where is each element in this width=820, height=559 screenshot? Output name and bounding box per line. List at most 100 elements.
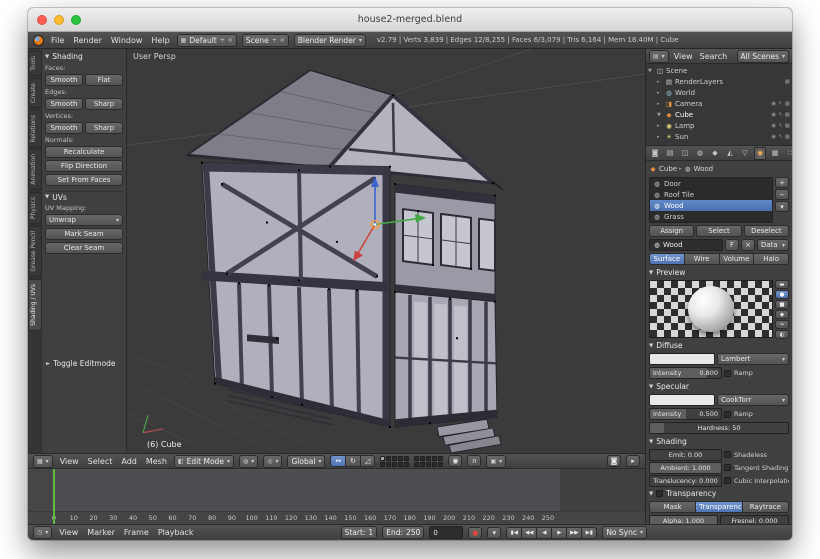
preview-hair-button[interactable]: ≈ [775,320,789,329]
tab-render-icon[interactable]: ◙ [649,147,661,160]
rotate-manipulator-button[interactable]: ↻ [345,455,361,467]
shading-panel-header[interactable]: ▼ Shading [45,51,123,62]
previous-keyframe-button[interactable]: ◀◀ [521,526,538,539]
preview-sphere-button[interactable]: ● [775,290,789,299]
outliner-item-label[interactable]: RenderLayers [675,78,723,86]
recalculate-normals-button[interactable]: Recalculate [45,146,123,158]
menu-marker[interactable]: Marker [85,528,117,537]
end-frame-field[interactable]: End: 250 [382,526,425,539]
restrict-select-icon[interactable]: ↖ [778,123,783,129]
preview-panel-header[interactable]: ▼ Preview [649,267,789,278]
material-slot-roof-tile[interactable]: ◍ Roof Tile [650,189,772,200]
disclosure-icon[interactable]: ▼ [648,68,654,74]
tab-texture-icon[interactable]: ▦ [769,147,781,160]
vertices-smooth-button[interactable]: Smooth [45,122,83,134]
add-layout-icon[interactable]: + [220,37,225,44]
menu-add[interactable]: Add [119,457,139,466]
restrict-select-icon[interactable]: ↖ [778,101,783,107]
auto-keyframe-record-button[interactable]: ● [468,526,483,539]
emit-slider[interactable]: Emit: 0.00 [649,449,722,461]
hardness-slider[interactable]: Hardness: 50 [649,422,789,434]
delete-scene-icon[interactable]: × [280,37,285,44]
slot-label[interactable]: Door [664,180,681,188]
faces-flat-button[interactable]: Flat [85,74,123,86]
material-slot-wood[interactable]: ◍ Wood [650,200,772,211]
slot-label[interactable]: Grass [664,213,684,221]
scale-manipulator-button[interactable]: ◿ [359,455,376,467]
slot-label[interactable]: Wood [664,202,684,210]
set-from-faces-button[interactable]: Set From Faces [45,174,123,186]
diffuse-ramp-checkbox[interactable]: Ramp [724,367,789,379]
editor-type-selector[interactable]: ◷ ▾ [33,526,53,539]
start-frame-field[interactable]: Start: 1 [340,526,378,539]
screen-layout-name[interactable]: Default [189,36,216,45]
layer-toggle[interactable] [432,455,438,461]
breadcrumb-material[interactable]: Wood [694,165,714,173]
shadeless-checkbox[interactable]: Shadeless [724,449,789,460]
material-name-field[interactable]: ◍ Wood [649,239,723,251]
menu-file[interactable]: File [49,36,66,45]
sync-mode-selector[interactable]: No Sync ▾ [602,526,647,539]
diffuse-shader-selector[interactable]: Lambert ▾ [717,353,789,365]
tab-object-icon[interactable]: ◆ [709,147,721,160]
play-button[interactable]: ▶ [551,526,568,539]
disclosure-icon[interactable]: ▼ [657,112,663,118]
outliner-row-sun[interactable]: ▸ ☀ Sun ◉ ↖ ▦ [648,131,790,142]
material-slot-door[interactable]: ◍ Door [650,178,772,189]
tab-world-icon[interactable]: ◍ [694,147,706,160]
disclosure-icon[interactable]: ▸ [657,123,663,129]
outliner-row-scene[interactable]: ▼ ◫ Scene [648,65,790,76]
editor-type-selector[interactable]: ▤ ▾ [649,49,669,63]
restrict-render-icon[interactable]: ▦ [785,101,790,107]
redo-panel-header[interactable]: ► Toggle Editmode [46,358,122,369]
tab-physics[interactable]: Physics [28,191,42,225]
menu-mesh[interactable]: Mesh [144,457,169,466]
tab-tools[interactable]: Tools [28,51,42,76]
remove-slot-button[interactable]: − [775,189,789,200]
delete-layout-icon[interactable]: × [228,37,233,44]
outliner-item-label[interactable]: Scene [666,67,687,75]
tab-particles-icon[interactable]: ∷ [784,147,792,160]
editor-type-selector[interactable]: ▦ ▾ [33,454,53,468]
specular-shader-selector[interactable]: CookTorr ▾ [717,394,789,406]
fresnel-slider[interactable]: Fresnel: 0.000 [720,515,789,524]
outliner-row-world[interactable]: ▸ ◍ World [648,87,790,98]
specular-intensity-slider[interactable]: Intensity 0.500 [649,408,722,420]
disclosure-icon[interactable]: ▸ [657,101,663,107]
viewport-shading-selector[interactable]: ◍ ▾ [238,454,259,468]
restrict-render-icon[interactable]: ▦ [785,112,790,118]
pivot-selector[interactable]: ◎ ▾ [263,454,283,468]
blender-logo-icon[interactable] [33,34,44,46]
outliner-item-label[interactable]: Sun [675,133,688,141]
render-engine-selector[interactable]: Blender Render ▾ [293,33,366,47]
outliner-filter-selector[interactable]: All Scenes ▾ [736,49,789,63]
type-wire-button[interactable]: Wire [683,253,720,265]
layer-toggle[interactable] [386,455,392,461]
tab-relations[interactable]: Relations [28,109,42,148]
layer-toggle[interactable] [392,461,398,467]
vertices-sharp-button[interactable]: Sharp [85,122,123,134]
assign-button[interactable]: Assign [649,225,695,237]
snap-element-selector[interactable]: ▣ ▾ [486,454,507,468]
preview-flat-button[interactable]: ▬ [775,280,789,289]
cubic-interpolation-checkbox[interactable]: Cubic Interpolation [724,475,789,486]
next-keyframe-button[interactable]: ▶▶ [566,526,583,539]
restrict-render-icon[interactable]: ▦ [785,134,790,140]
play-reverse-button[interactable]: ◀ [536,526,553,539]
menu-view[interactable]: View [672,52,695,61]
menu-render[interactable]: Render [71,36,103,45]
tab-modifiers-icon[interactable]: ◭ [724,147,736,160]
outliner-row-lamp[interactable]: ▸ ◉ Lamp ◉ ↖ ▦ [648,120,790,131]
slot-label[interactable]: Roof Tile [664,191,694,199]
add-scene-icon[interactable]: + [272,37,277,44]
layer-toggle[interactable] [386,461,392,467]
diffuse-color-swatch[interactable] [649,353,715,365]
menu-view[interactable]: View [57,528,80,537]
shading-panel-header[interactable]: ▼ Shading [649,436,789,447]
menu-help[interactable]: Help [149,36,171,45]
alpha-slider[interactable]: Alpha: 1.000 [649,515,718,524]
tab-material-icon[interactable]: ◉ [754,146,766,160]
menu-select[interactable]: Select [86,457,115,466]
translucency-slider[interactable]: Translucency: 0.000 [649,475,722,487]
disclosure-icon[interactable]: ▸ [657,134,663,140]
